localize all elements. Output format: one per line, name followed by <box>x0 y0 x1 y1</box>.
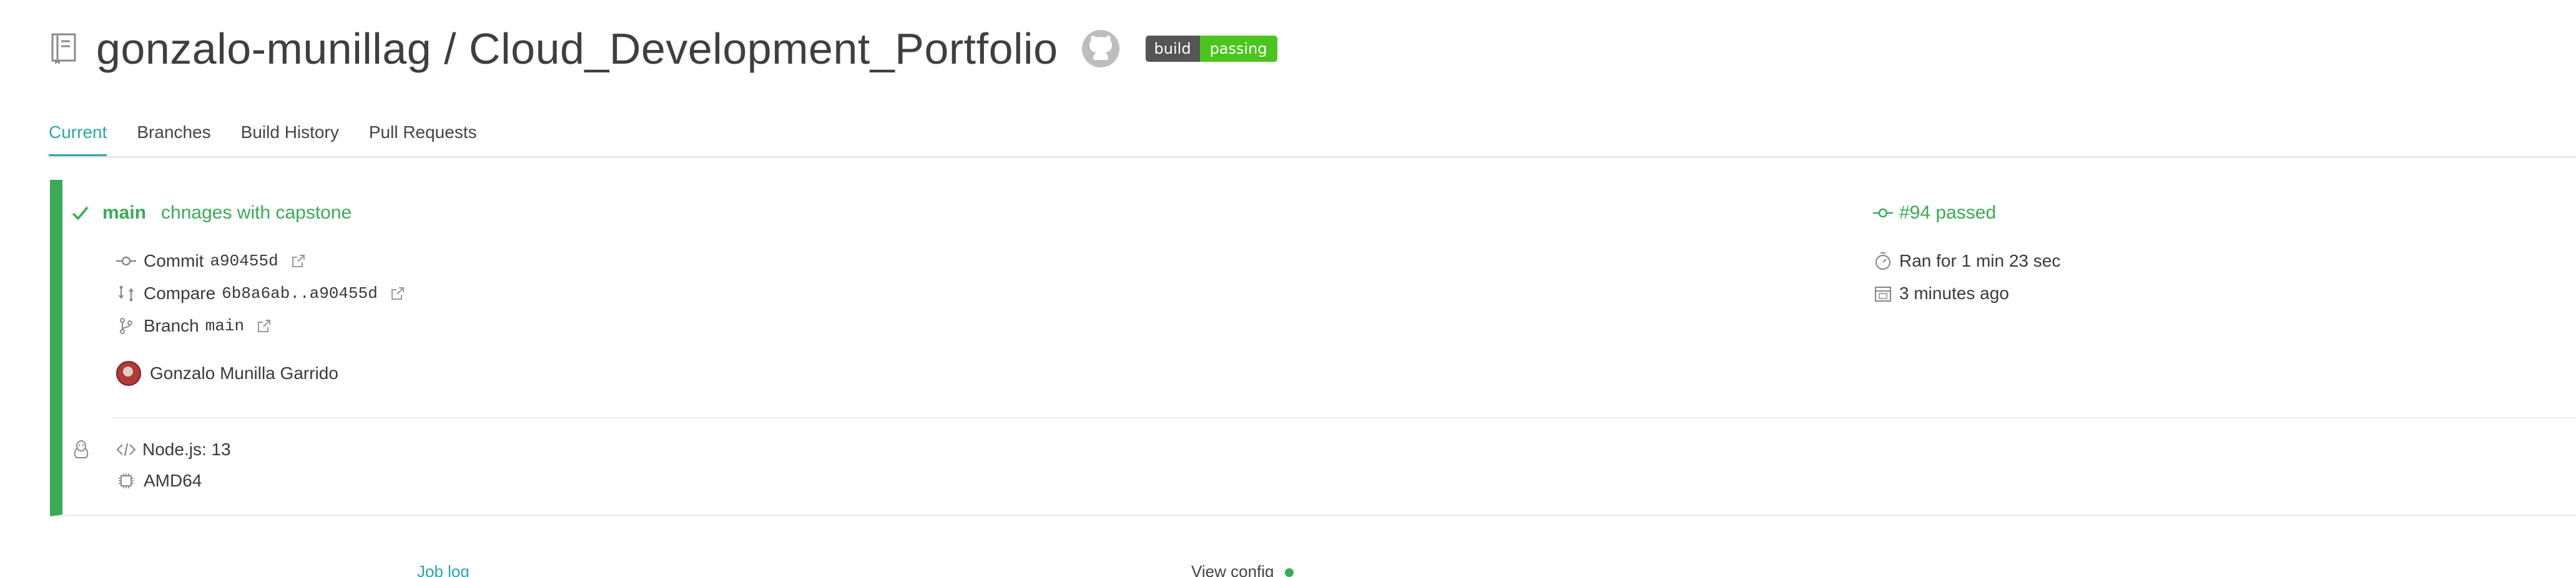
finished-row: 3 minutes ago <box>1873 284 2009 303</box>
commit-hash[interactable]: a90455d <box>210 252 278 270</box>
github-icon[interactable] <box>1081 29 1121 69</box>
build-summary-row: main chnages with capstone <box>70 202 351 224</box>
tab-pull-requests[interactable]: Pull Requests <box>369 117 477 155</box>
view-config-label: View config <box>1191 562 1274 577</box>
compare-icon <box>116 284 136 303</box>
commit-icon <box>1873 203 1893 223</box>
job-log-tab[interactable]: Job log <box>417 562 469 577</box>
build-number-status[interactable]: #94 passed <box>1899 202 1996 224</box>
compare-range[interactable]: 6b8a6ab..a90455d <box>222 284 378 303</box>
badge-label: build <box>1145 36 1200 62</box>
stopwatch-icon <box>1873 251 1893 271</box>
language-value: Node.js: 13 <box>142 440 231 459</box>
repo-title: gonzalo-munillag / Cloud_Development_Por… <box>96 24 1058 73</box>
view-config-tab[interactable]: View config <box>1191 562 1294 577</box>
avatar <box>116 361 141 386</box>
language-row: Node.js: 13 <box>71 440 231 460</box>
build-finished: 3 minutes ago <box>1899 284 2009 303</box>
arch-value: AMD64 <box>144 471 202 490</box>
badge-value: passing <box>1199 36 1277 62</box>
check-icon <box>70 203 90 223</box>
os-penguin-icon <box>71 440 91 460</box>
build-card: main chnages with capstone #94 passed Co… <box>50 180 2576 516</box>
build-status-badge[interactable]: build passing <box>1145 36 1277 62</box>
cpu-icon <box>116 471 136 491</box>
compare-row: Compare 6b8a6ab..a90455d <box>116 284 405 303</box>
commit-icon <box>116 251 136 271</box>
build-branch-link[interactable]: main <box>102 202 146 224</box>
travis-build-page: gonzalo-munillag / Cloud_Development_Por… <box>0 0 2576 577</box>
build-commit-message[interactable]: chnages with capstone <box>161 202 351 224</box>
config-status-dot <box>1284 568 1294 577</box>
tab-bar: Current Branches Build History Pull Requ… <box>49 117 2576 158</box>
calendar-icon <box>1873 284 1893 303</box>
tab-branches[interactable]: Branches <box>137 117 210 155</box>
branch-value[interactable]: main <box>205 317 244 335</box>
tab-build-history[interactable]: Build History <box>241 117 339 155</box>
repo-header: gonzalo-munillag / Cloud_Development_Por… <box>50 17 1277 80</box>
arch-row: AMD64 <box>116 471 202 491</box>
card-divider <box>112 417 2576 418</box>
branch-icon <box>116 316 136 336</box>
code-icon <box>116 440 136 460</box>
tab-current[interactable]: Current <box>49 117 107 156</box>
compare-label: Compare <box>144 284 216 303</box>
commit-label: Commit <box>144 251 204 270</box>
external-link-icon[interactable] <box>291 254 306 269</box>
external-link-icon[interactable] <box>390 286 405 301</box>
build-number-row: #94 passed <box>1873 202 1996 224</box>
commit-row: Commit a90455d <box>116 251 306 271</box>
repo-icon <box>50 32 77 65</box>
branch-label: Branch <box>144 316 199 335</box>
author-name: Gonzalo Munilla Garrido <box>150 363 338 383</box>
build-duration: Ran for 1 min 23 sec <box>1899 251 2061 270</box>
external-link-icon[interactable] <box>257 318 272 333</box>
author-row: Gonzalo Munilla Garrido <box>116 361 338 386</box>
duration-row: Ran for 1 min 23 sec <box>1873 251 2060 271</box>
branch-row: Branch main <box>116 316 272 336</box>
